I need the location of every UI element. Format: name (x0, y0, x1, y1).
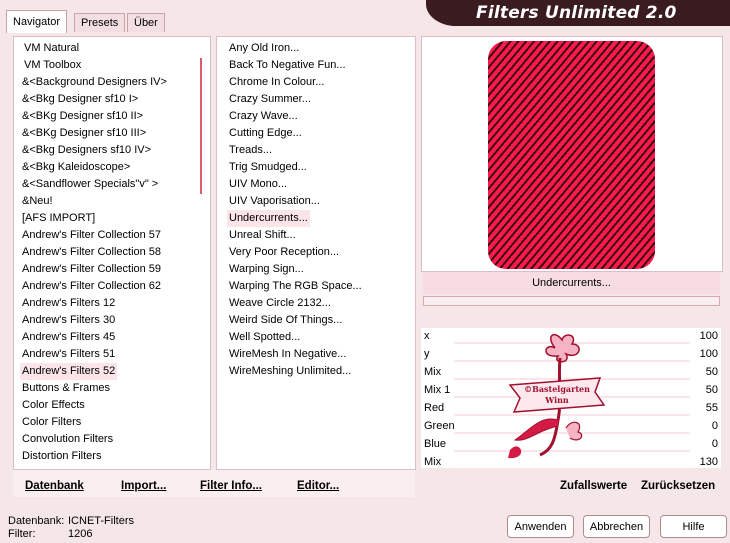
category-item[interactable]: Andrew's Filters 52 (20, 363, 118, 380)
status-db-label: Datenbank: (8, 515, 65, 527)
category-item[interactable]: VM Natural (22, 40, 81, 57)
cancel-button[interactable]: Abbrechen (583, 515, 650, 538)
status-filter-value: 1206 (68, 528, 93, 540)
watermark-logo: ©Bastelgarten Winn (508, 333, 606, 459)
selected-filter-label: Undercurrents... (423, 272, 720, 294)
param-name: x (424, 330, 430, 342)
filter-item[interactable]: Cutting Edge... (227, 125, 304, 142)
category-item[interactable]: Andrew's Filter Collection 59 (20, 261, 163, 278)
database-button[interactable]: Datenbank (25, 477, 84, 495)
filter-item[interactable]: Back To Negative Fun... (227, 57, 348, 74)
filter-item[interactable]: Undercurrents... (227, 210, 310, 227)
filter-item[interactable]: UIV Vaporisation... (227, 193, 322, 210)
category-item[interactable]: VM Toolbox (22, 57, 83, 74)
param-value: 0 (711, 438, 718, 450)
filter-item[interactable]: Crazy Wave... (227, 108, 300, 125)
tab-presets[interactable]: Presets (74, 13, 126, 32)
help-button[interactable]: Hilfe (660, 515, 727, 538)
category-item[interactable]: &<Bkg Designers sf10 IV> (20, 142, 153, 159)
param-name: Red (424, 402, 445, 414)
param-track[interactable] (454, 468, 690, 470)
category-item[interactable]: &<BKg Designer sf10 II> (20, 108, 145, 125)
filter-item[interactable]: Trig Smudged... (227, 159, 309, 176)
category-item[interactable]: &<Background Designers IV> (20, 74, 169, 91)
apply-button[interactable]: Anwenden (507, 515, 574, 538)
svg-text:©Bastelgarten: ©Bastelgarten (524, 384, 590, 394)
category-item[interactable]: Distortion Filters (20, 448, 103, 465)
category-item[interactable]: &<Bkg Designer sf10 I> (20, 91, 140, 108)
filter-item[interactable]: WireMesh In Negative... (227, 346, 348, 363)
tab-about[interactable]: Über (127, 13, 165, 32)
param-name: Mix (424, 366, 442, 378)
param-value: 50 (705, 366, 718, 378)
param-name: Blue (424, 438, 447, 450)
category-item[interactable]: Andrew's Filters 45 (20, 329, 117, 346)
param-value: 100 (699, 330, 718, 342)
status-filter-label: Filter: (8, 528, 36, 540)
category-item[interactable]: Buttons & Frames (20, 380, 112, 397)
random-values-button[interactable]: Zufallswerte (560, 477, 627, 495)
import-button[interactable]: Import... (121, 477, 166, 495)
filter-item[interactable]: Unreal Shift... (227, 227, 298, 244)
category-item[interactable]: Andrew's Filters 30 (20, 312, 117, 329)
category-item[interactable]: Convolution Filters (20, 431, 115, 448)
category-item[interactable]: Andrew's Filter Collection 62 (20, 278, 163, 295)
filter-item[interactable]: Crazy Summer... (227, 91, 313, 108)
filter-item[interactable]: Very Poor Reception... (227, 244, 341, 261)
category-item[interactable]: &Neu! (20, 193, 55, 210)
progress-bar (423, 296, 720, 306)
param-value: 55 (705, 402, 718, 414)
filter-info-button[interactable]: Filter Info... (200, 477, 262, 495)
category-item[interactable]: [AFS IMPORT] (20, 210, 97, 227)
category-item[interactable]: Color Effects (20, 397, 87, 414)
filter-item[interactable]: UIV Mono... (227, 176, 289, 193)
filter-item[interactable]: Any Old Iron... (227, 40, 301, 57)
status-db-value: ICNET-Filters (68, 515, 134, 527)
category-item[interactable]: Color Filters (20, 414, 83, 431)
param-name: y (424, 348, 430, 360)
filter-list[interactable]: Any Old Iron... Back To Negative Fun... Ch… (216, 36, 416, 470)
filter-item[interactable]: Warping The RGB Space... (227, 278, 364, 295)
filter-item[interactable]: Warping Sign... (227, 261, 306, 278)
filter-item[interactable]: Weave Circle 2132... (227, 295, 333, 312)
category-item[interactable]: &<Sandflower Specials"v" > (20, 176, 160, 193)
svg-text:Winn: Winn (544, 395, 569, 405)
param-name: Mix (424, 456, 442, 468)
reset-button[interactable]: Zurücksetzen (641, 477, 715, 495)
preview-image (488, 41, 655, 269)
editor-button[interactable]: Editor... (297, 477, 339, 495)
filter-item[interactable]: Chrome In Colour... (227, 74, 326, 91)
param-value: 50 (705, 384, 718, 396)
filter-item[interactable]: WireMeshing Unlimited... (227, 363, 353, 380)
category-item[interactable]: &<BKg Designer sf10 III> (20, 125, 148, 142)
category-item[interactable]: Andrew's Filters 12 (20, 295, 117, 312)
category-scroll-indicator[interactable] (200, 58, 202, 194)
category-list[interactable]: VM Natural VM Toolbox &<Background Designe… (13, 36, 211, 470)
param-value: 100 (699, 348, 718, 360)
param-value: 0 (711, 420, 718, 432)
param-value: 130 (699, 456, 718, 468)
filter-item[interactable]: Well Spotted... (227, 329, 302, 346)
param-name: Green (424, 420, 455, 432)
app-title: Filters Unlimited 2.0 (476, 3, 677, 23)
param-name: Mix 1 (424, 384, 451, 396)
category-item[interactable]: &<Bkg Kaleidoscope> (20, 159, 132, 176)
category-item[interactable]: Andrew's Filter Collection 58 (20, 244, 163, 261)
category-item[interactable]: Andrew's Filters 51 (20, 346, 117, 363)
tab-navigator[interactable]: Navigator (6, 10, 68, 33)
filter-item[interactable]: Weird Side Of Things... (227, 312, 344, 329)
filter-item[interactable]: Treads... (227, 142, 274, 159)
category-item[interactable]: Andrew's Filter Collection 57 (20, 227, 163, 244)
